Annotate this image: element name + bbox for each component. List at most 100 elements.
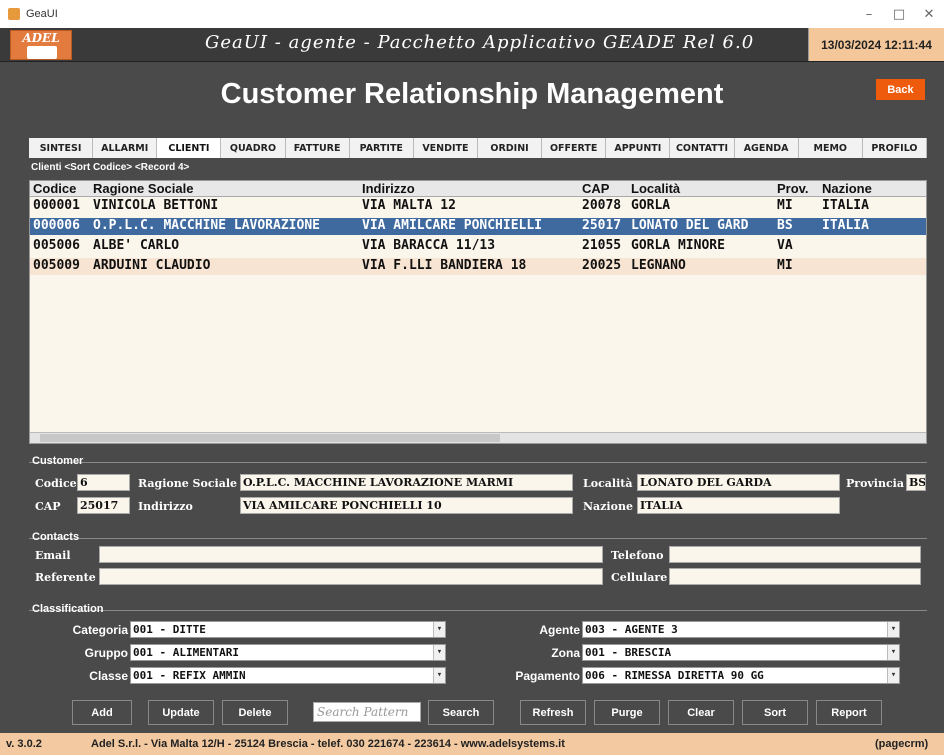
cellulare-field[interactable] <box>669 568 921 585</box>
table-cell: ALBE' CARLO <box>93 238 180 253</box>
zona-select[interactable]: 001 - BRESCIA ▾ <box>582 644 900 661</box>
table-cell: VIA BARACCA 11/13 <box>362 238 496 253</box>
column-header[interactable]: Indirizzo <box>362 181 415 196</box>
table-cell: 000001 <box>33 198 80 213</box>
tab-vendite[interactable]: VENDITE <box>413 138 478 158</box>
chevron-down-icon[interactable]: ▾ <box>433 622 445 637</box>
cap-label: CAP <box>35 500 61 513</box>
table-cell: ARDUINI CLAUDIO <box>93 258 211 273</box>
scrollbar-thumb[interactable] <box>40 434 500 442</box>
table-cell: ITALIA <box>822 198 869 213</box>
localita-field[interactable]: LONATO DEL GARDA <box>637 474 840 491</box>
telefono-field[interactable] <box>669 546 921 563</box>
sort-button[interactable]: Sort <box>742 700 808 725</box>
tab-contatti[interactable]: CONTATTI <box>670 138 735 158</box>
tab-profilo[interactable]: PROFILO <box>862 138 927 158</box>
window-title: GeaUI <box>26 8 58 20</box>
minimize-button[interactable]: – <box>854 0 884 28</box>
gruppo-label: Gruppo <box>84 646 128 660</box>
cap-field[interactable]: 25017 <box>77 497 130 514</box>
email-label: Email <box>35 549 71 562</box>
table-row[interactable]: 000006 O.P.L.C. MACCHINE LAVORAZIONE VIA A… <box>30 218 926 235</box>
column-header[interactable]: Ragione Sociale <box>93 181 193 196</box>
table-cell: GORLA <box>631 198 671 213</box>
tab-fatture[interactable]: FATTURE <box>285 138 350 158</box>
nazione-field[interactable]: ITALIA <box>637 497 840 514</box>
email-field[interactable] <box>99 546 603 563</box>
table-row[interactable]: 005006 ALBE' CARLO VIA BARACCA 11/13 21055 G… <box>30 238 926 255</box>
horizontal-scrollbar[interactable] <box>30 432 926 443</box>
tab-quadro[interactable]: QUADRO <box>221 138 286 158</box>
referente-field[interactable] <box>99 568 603 585</box>
window-titlebar: GeaUI – □ ✕ <box>0 0 944 28</box>
tab-appunti[interactable]: APPUNTI <box>606 138 671 158</box>
tab-clienti[interactable]: CLIENTI <box>157 138 222 158</box>
classe-select[interactable]: 001 - REFIX AMMIN ▾ <box>130 667 446 684</box>
ragione-field[interactable]: O.P.L.C. MACCHINE LAVORAZIONE MARMI <box>240 474 573 491</box>
datetime-display: 13/03/2024 12:11:44 <box>808 28 944 61</box>
codice-label: Codice <box>35 477 77 490</box>
referente-label: Referente <box>35 571 96 584</box>
report-button[interactable]: Report <box>816 700 882 725</box>
pagamento-select[interactable]: 006 - RIMESSA DIRETTA 90 GG ▾ <box>582 667 900 684</box>
agente-select[interactable]: 003 - AGENTE 3 ▾ <box>582 621 900 638</box>
contacts-divider <box>29 538 927 539</box>
customer-grid[interactable]: Codice Ragione Sociale Indirizzo CAP Localit… <box>29 180 927 444</box>
column-header[interactable]: Nazione <box>822 181 872 196</box>
customer-section-title: Customer <box>32 455 84 467</box>
categoria-select[interactable]: 001 - DITTE ▾ <box>130 621 446 638</box>
chevron-down-icon[interactable]: ▾ <box>887 622 899 637</box>
provincia-field[interactable]: BS <box>906 474 926 491</box>
chevron-down-icon[interactable]: ▾ <box>433 645 445 660</box>
table-row[interactable]: 000001 VINICOLA BETTONI VIA MALTA 12 20078 G… <box>30 198 926 215</box>
table-cell: 21055 <box>582 238 622 253</box>
chevron-down-icon[interactable]: ▾ <box>887 668 899 683</box>
pagamento-label: Pagamento <box>515 669 580 683</box>
purge-button[interactable]: Purge <box>594 700 660 725</box>
column-header[interactable]: CAP <box>582 181 609 196</box>
app-header: ADEL GeaUI - agente - Pacchetto Applicat… <box>0 28 944 62</box>
app-title: GeaUI - agente - Pacchetto Applicativo G… <box>205 32 755 53</box>
gruppo-select[interactable]: 001 - ALIMENTARI ▾ <box>130 644 446 661</box>
table-cell: 20078 <box>582 198 622 213</box>
column-header[interactable]: Località <box>631 181 680 196</box>
table-cell: BS <box>777 218 793 233</box>
tab-allarmi[interactable]: ALLARMI <box>93 138 158 158</box>
table-cell: 20025 <box>582 258 622 273</box>
page-id-text: (pagecrm) <box>875 738 929 750</box>
add-button[interactable]: Add <box>72 700 132 725</box>
app-window: GeaUI – □ ✕ ADEL GeaUI - agente - Pacche… <box>0 0 944 755</box>
back-button[interactable]: Back <box>876 79 925 100</box>
app-icon <box>8 8 20 20</box>
table-row[interactable]: 005009 ARDUINI CLAUDIO VIA F.LLI BANDIERA … <box>30 258 926 275</box>
tab-memo[interactable]: MEMO <box>798 138 863 158</box>
tab-ordini[interactable]: ORDINI <box>477 138 543 158</box>
classe-label: Classe <box>89 669 128 683</box>
table-cell: 25017 <box>582 218 622 233</box>
grid-header: Codice Ragione Sociale Indirizzo CAP Localit… <box>30 181 926 197</box>
tab-sintesi[interactable]: SINTESI <box>29 138 94 158</box>
table-cell: 000006 <box>33 218 80 233</box>
delete-button[interactable]: Delete <box>222 700 288 725</box>
chevron-down-icon[interactable]: ▾ <box>433 668 445 683</box>
search-input[interactable]: Search Pattern <box>313 702 421 722</box>
search-button[interactable]: Search <box>428 700 494 725</box>
chevron-down-icon[interactable]: ▾ <box>887 645 899 660</box>
codice-field[interactable]: 6 <box>77 474 130 491</box>
column-header[interactable]: Codice <box>33 181 76 196</box>
refresh-button[interactable]: Refresh <box>520 700 586 725</box>
update-button[interactable]: Update <box>148 700 214 725</box>
tab-bar: SINTESI ALLARMI CLIENTI QUADRO FATTURE PARTIT… <box>29 138 927 158</box>
tab-agenda[interactable]: AGENDA <box>734 138 799 158</box>
close-button[interactable]: ✕ <box>914 0 944 28</box>
list-header: Clienti <Sort Codice> <Record 4> <box>31 162 190 173</box>
table-cell: LONATO DEL GARD <box>631 218 749 233</box>
indirizzo-field[interactable]: VIA AMILCARE PONCHIELLI 10 <box>240 497 573 514</box>
tab-offerte[interactable]: OFFERTE <box>542 138 607 158</box>
maximize-button[interactable]: □ <box>884 0 914 28</box>
version-text: v. 3.0.2 <box>6 738 42 750</box>
clear-button[interactable]: Clear <box>668 700 734 725</box>
column-header[interactable]: Prov. <box>777 181 809 196</box>
tab-partite[interactable]: PARTITE <box>349 138 414 158</box>
zona-label: Zona <box>551 646 580 660</box>
